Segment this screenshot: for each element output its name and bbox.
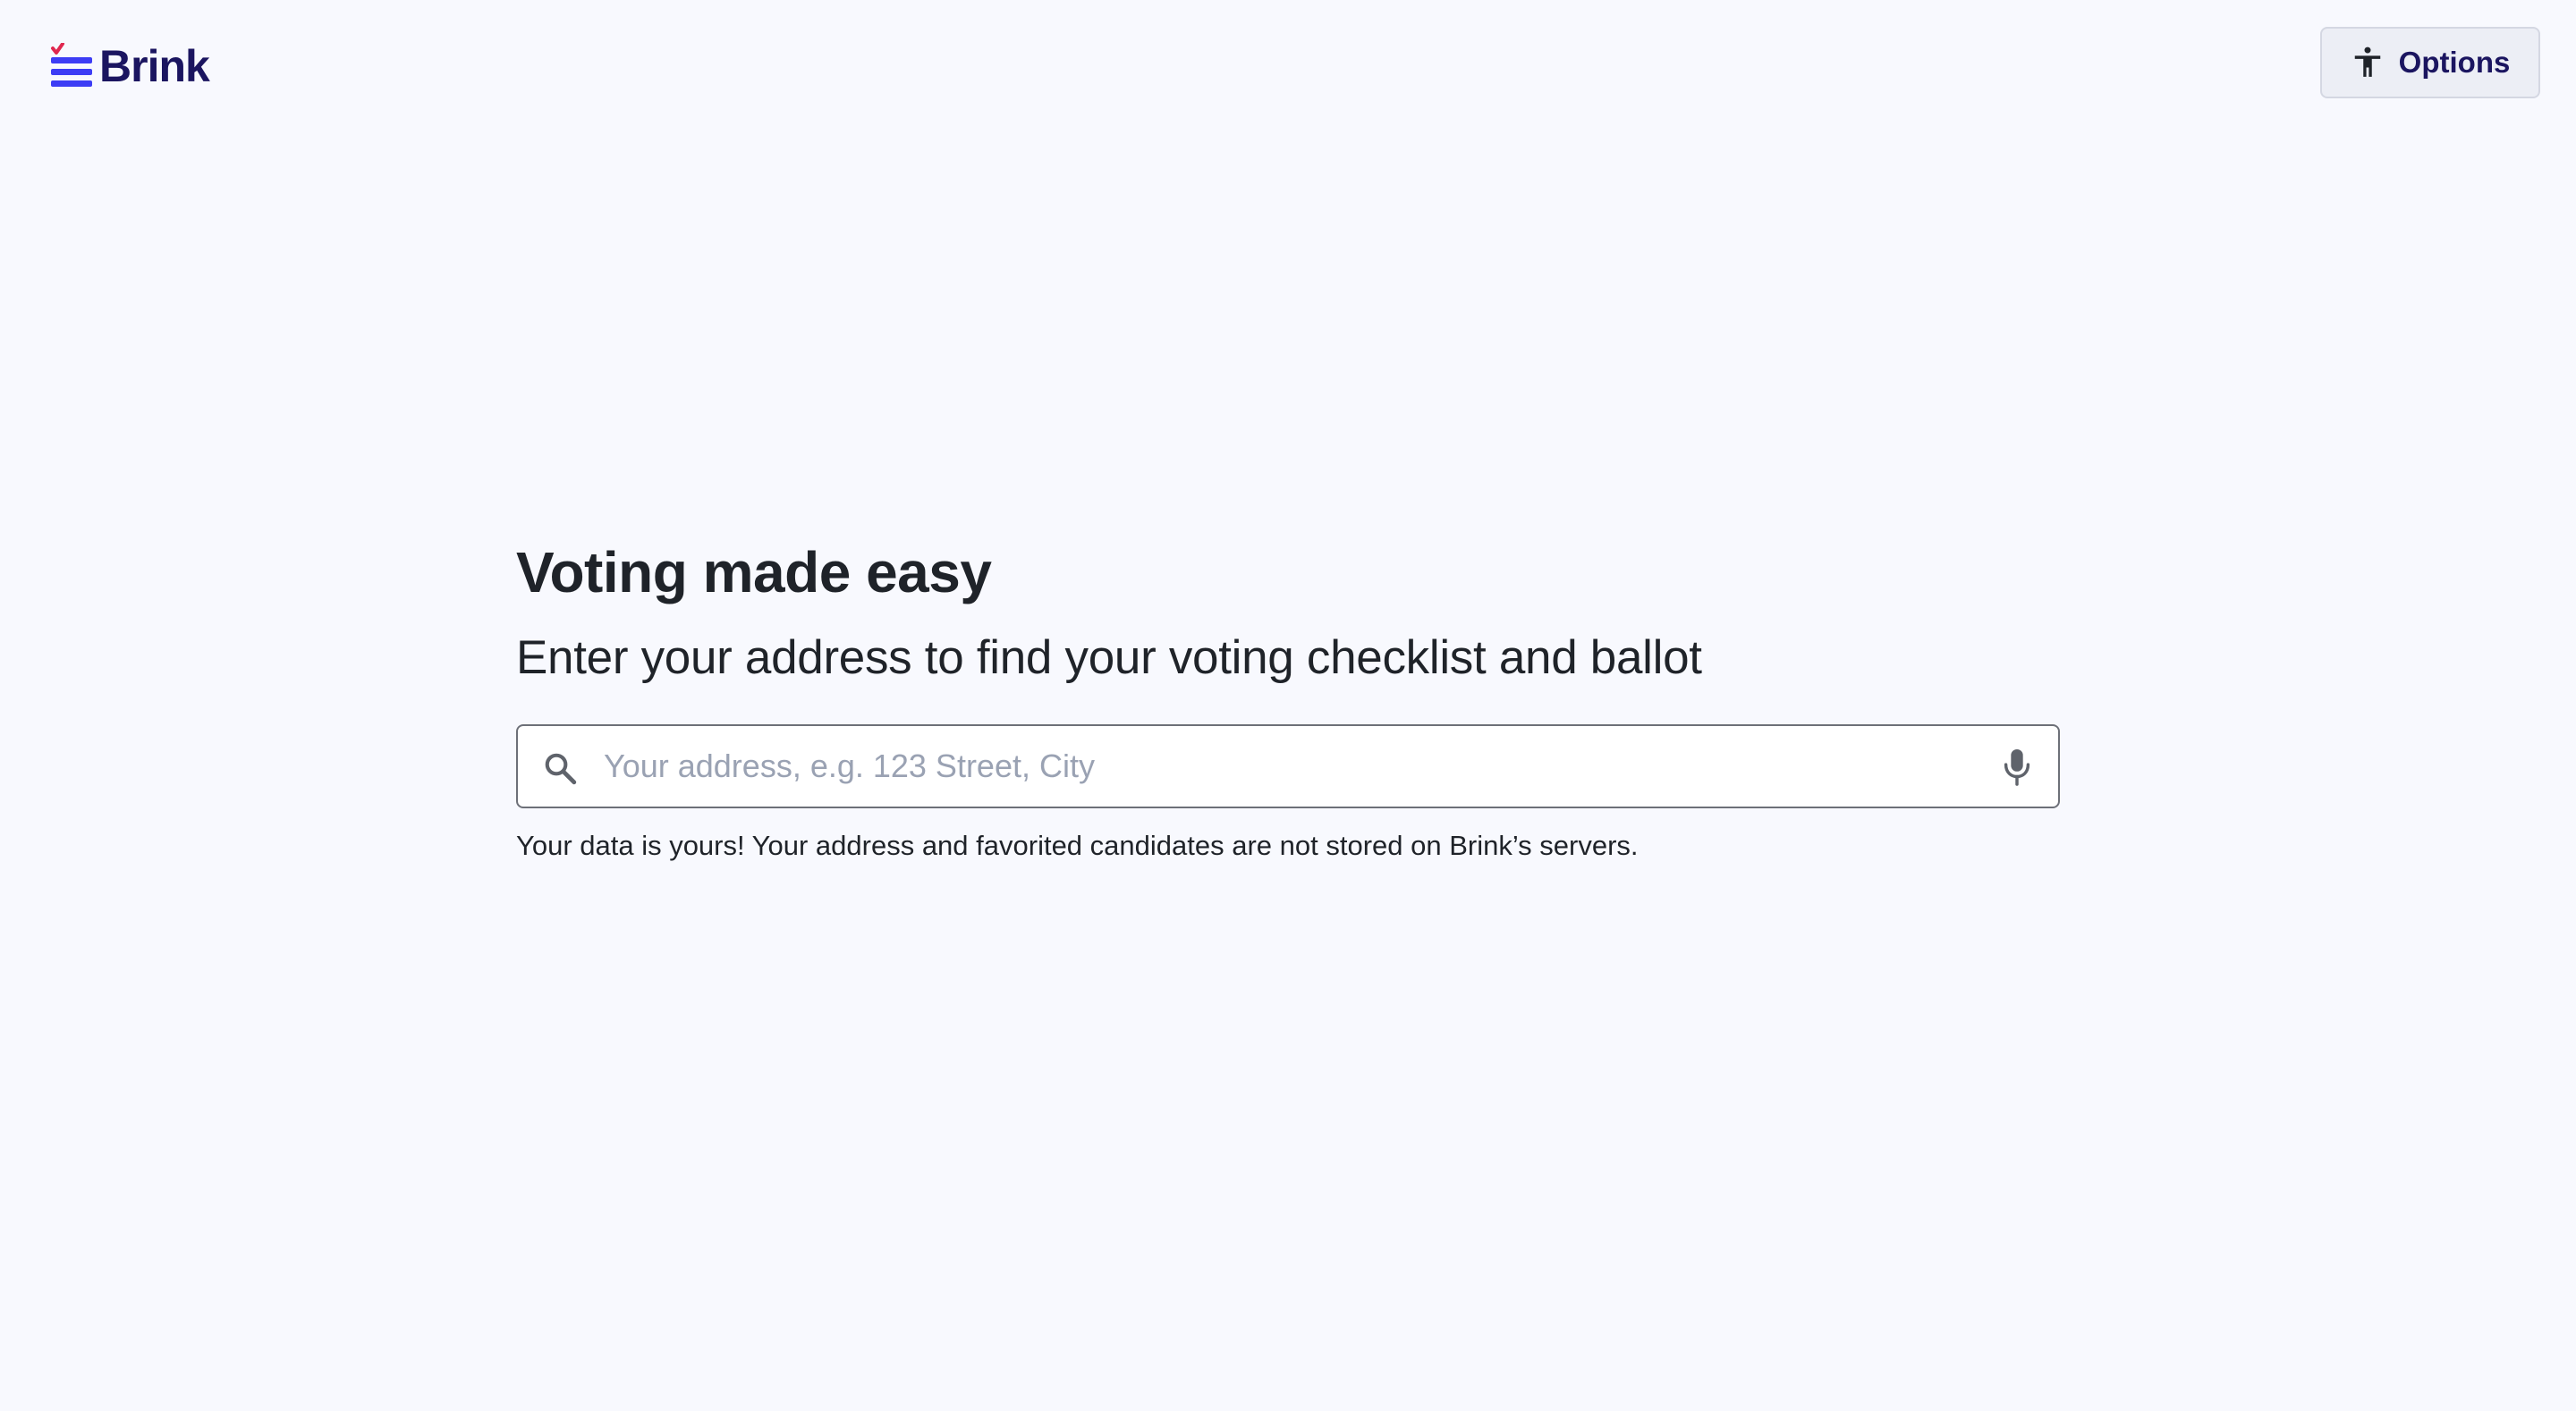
options-label: Options <box>2398 46 2511 79</box>
address-search-box[interactable] <box>516 724 2060 808</box>
page: Brink Options Voting made easy Enter you… <box>0 0 2576 1411</box>
search-icon <box>545 753 577 785</box>
privacy-note: Your data is yours! Your address and fav… <box>516 830 1639 861</box>
brink-logo-icon <box>51 43 92 87</box>
page-subtitle: Enter your address to find your voting c… <box>516 631 1702 684</box>
options-button[interactable]: Options <box>2320 27 2540 98</box>
main-content: Voting made easy Enter your address to f… <box>516 531 2062 893</box>
address-search-input[interactable] <box>604 726 1963 807</box>
microphone-icon[interactable] <box>2003 748 2031 786</box>
brink-logo[interactable]: Brink <box>49 39 210 93</box>
page-title: Voting made easy <box>516 540 992 604</box>
accessibility-icon <box>2354 46 2380 77</box>
header: Brink Options <box>0 0 2576 134</box>
brink-logo-text: Brink <box>99 41 210 91</box>
